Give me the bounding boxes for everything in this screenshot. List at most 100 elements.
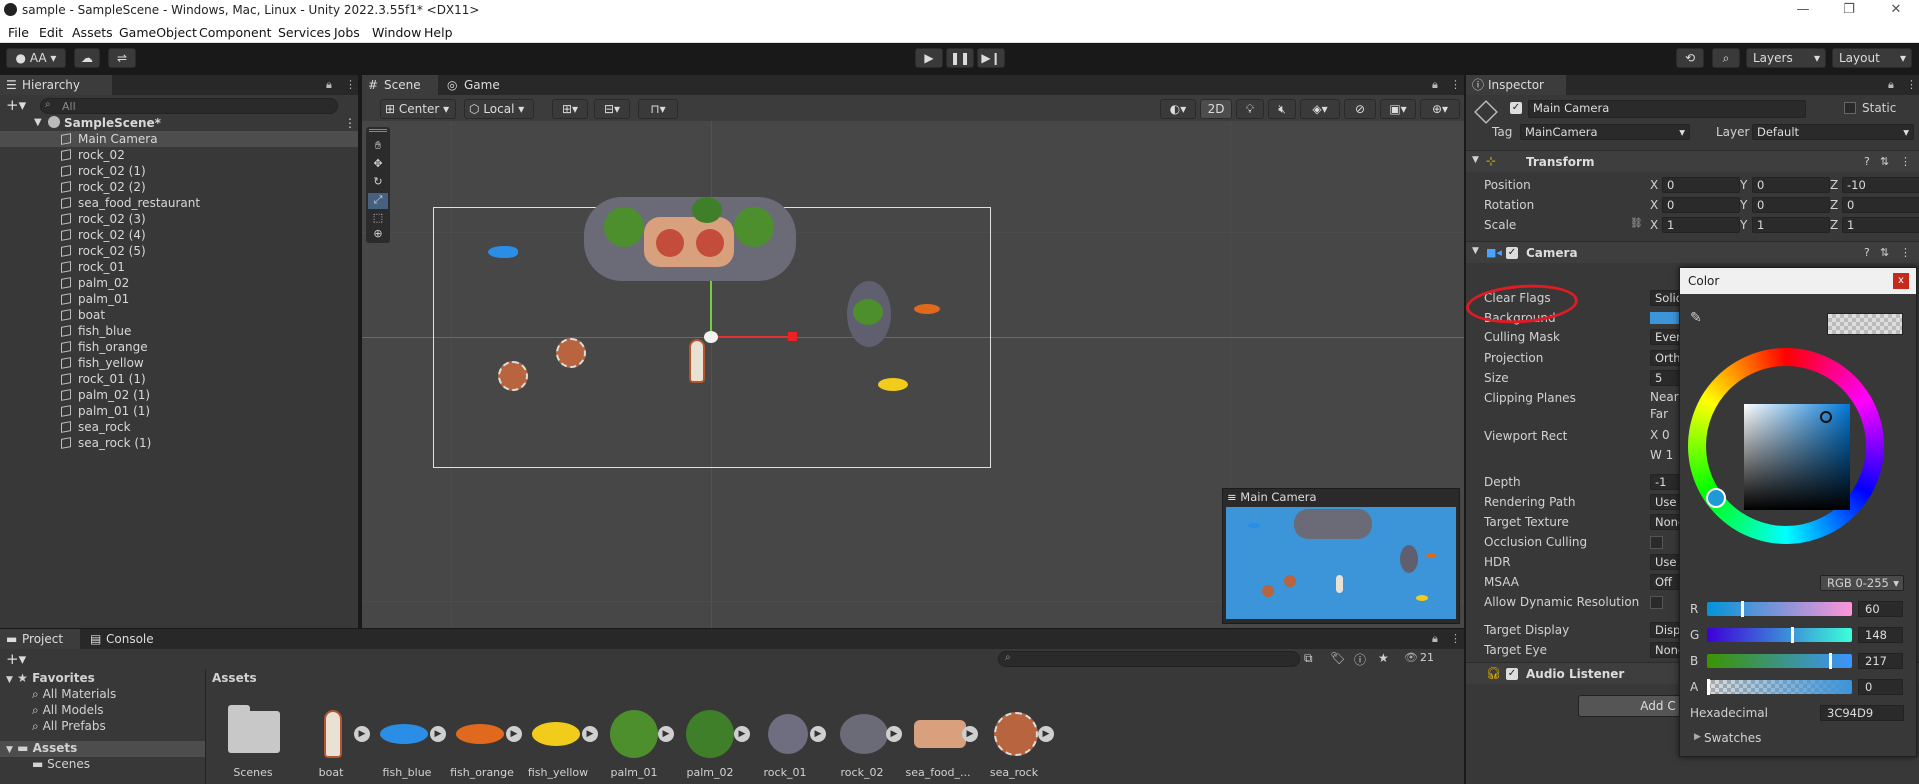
camera-icon[interactable]: ▣▾ — [1380, 99, 1416, 119]
fish-blue[interactable] — [488, 246, 518, 258]
tab-game[interactable]: ◎ Game — [442, 75, 512, 95]
asset-label[interactable]: fish_blue — [367, 766, 447, 779]
space-dropdown[interactable]: ⬡ Local ▾ — [464, 99, 534, 119]
shading-mode-icon[interactable]: ◐▾ — [1160, 99, 1196, 119]
audio-icon[interactable]: 🔇︎ — [1268, 99, 1296, 119]
expand-icon[interactable]: ▼ — [1472, 246, 1479, 256]
more-icon[interactable]: ⋮ — [1450, 632, 1461, 645]
tag-dropdown[interactable]: MainCamera ▾ — [1520, 124, 1690, 140]
add-button[interactable]: +▾ — [6, 96, 30, 114]
asset-thumb-palm-02[interactable] — [684, 706, 734, 762]
preset-icon[interactable]: ⇅ — [1880, 155, 1889, 168]
align-icon[interactable]: ⊓▾ — [638, 99, 678, 119]
hue-wheel[interactable] — [1688, 348, 1884, 544]
scale-z-field[interactable]: 1 — [1842, 217, 1919, 233]
transform-header[interactable]: ▼ ⊹ Transform ? ⇅ ⋮ — [1466, 150, 1919, 172]
menu-jobs[interactable]: Jobs — [334, 25, 360, 40]
2d-toggle[interactable]: 2D — [1200, 99, 1232, 119]
collab-icon[interactable]: ⇌ — [108, 48, 136, 68]
a-slider[interactable] — [1707, 679, 1852, 695]
axis-label-x[interactable]: X — [1650, 218, 1658, 232]
create-button[interactable]: +▾ — [6, 650, 30, 668]
sea-rock[interactable] — [498, 361, 528, 391]
camera-prop-checkbox[interactable] — [1650, 596, 1663, 609]
asset-thumb-rock-02[interactable] — [838, 706, 888, 762]
rotate-tool-icon[interactable]: ↻ — [368, 175, 388, 191]
link-icon[interactable]: ⛓︎ — [1630, 218, 1643, 229]
scale-tool-icon[interactable]: ⤢ — [368, 193, 388, 209]
position-z-field[interactable]: -10 — [1842, 177, 1919, 193]
menu-help[interactable]: Help — [424, 25, 453, 40]
hierarchy-item[interactable]: rock_02 (5) — [0, 243, 358, 259]
r-value-field[interactable]: 60 — [1858, 601, 1903, 617]
axis-label-y[interactable]: Y — [1740, 178, 1747, 192]
asset-thumb-boat[interactable] — [308, 706, 358, 762]
layout-dropdown[interactable]: Layout ▾ — [1832, 48, 1912, 68]
layers-dropdown[interactable]: Layers ▾ — [1746, 48, 1826, 68]
help-icon[interactable]: ? — [1864, 155, 1870, 168]
b-value-field[interactable]: 217 — [1858, 653, 1903, 669]
asset-label[interactable]: palm_02 — [670, 766, 750, 779]
r-slider[interactable] — [1707, 601, 1852, 617]
saturation-value-square[interactable] — [1744, 404, 1850, 510]
menu-services[interactable]: Services — [278, 25, 331, 40]
color-mode-dropdown[interactable]: RGB 0-255 ▾ — [1820, 575, 1904, 591]
favorite-item-prefabs[interactable]: ⌕ All Prefabs — [32, 719, 106, 734]
asset-label[interactable]: Scenes — [213, 766, 293, 779]
play-icon[interactable]: ▶ — [658, 726, 674, 742]
hidden-packages-icon[interactable]: 👁︎ — [1404, 651, 1418, 664]
more-icon[interactable]: ⋮ — [1450, 78, 1461, 91]
history-icon[interactable]: ⟲ — [1676, 48, 1704, 68]
lock-icon[interactable]: 🔒︎ — [1432, 78, 1438, 92]
play-icon[interactable]: ▶ — [810, 726, 826, 742]
position-y-field[interactable]: 0 — [1752, 177, 1830, 193]
more-icon[interactable]: ⋮ — [1900, 155, 1911, 168]
static-checkbox[interactable] — [1844, 102, 1856, 114]
hierarchy-item[interactable]: boat — [0, 307, 358, 323]
hierarchy-item[interactable]: sea_rock (1) — [0, 435, 358, 451]
increment-snap-icon[interactable]: ⊟▾ — [594, 99, 630, 119]
favorite-icon[interactable]: ★ — [1378, 651, 1389, 665]
hierarchy-item[interactable]: palm_01 — [0, 291, 358, 307]
lock-icon[interactable]: 🔒︎ — [1432, 632, 1438, 646]
more-icon[interactable]: ⋮ — [1900, 246, 1911, 259]
asset-thumb-fish-yellow[interactable] — [530, 706, 580, 762]
hierarchy-item[interactable]: palm_02 — [0, 275, 358, 291]
play-icon[interactable]: ▶ — [354, 726, 370, 742]
asset-label[interactable]: sea_food_... — [898, 766, 978, 779]
close-window-icon[interactable]: ✕ — [1881, 2, 1911, 17]
asset-label[interactable]: rock_01 — [745, 766, 825, 779]
grid-snap-icon[interactable]: ⊞▾ — [552, 99, 588, 119]
rotation-y-field[interactable]: 0 — [1752, 197, 1830, 213]
project-search-input[interactable]: ⌕ — [998, 651, 1300, 667]
hierarchy-item[interactable]: palm_01 (1) — [0, 403, 358, 419]
hierarchy-item[interactable]: rock_02 (1) — [0, 163, 358, 179]
x-axis-cap[interactable] — [788, 332, 797, 341]
menu-edit[interactable]: Edit — [39, 25, 63, 40]
lighting-icon[interactable]: 💡︎ — [1236, 99, 1264, 119]
camera-header[interactable]: ▼ ■◂ ✓ Camera ? ⇅ ⋮ — [1466, 241, 1919, 263]
expand-icon[interactable]: ▼ — [6, 745, 13, 755]
asset-thumb-fish-orange[interactable] — [454, 706, 504, 762]
more-icon[interactable]: ⋮ — [345, 78, 356, 91]
hierarchy-item[interactable]: fish_orange — [0, 339, 358, 355]
scene-row[interactable]: ▼ SampleScene* ⋮ — [0, 115, 358, 131]
maximize-icon[interactable]: ❐ — [1834, 2, 1864, 17]
hierarchy-item[interactable]: rock_01 (1) — [0, 371, 358, 387]
hierarchy-item[interactable]: fish_yellow — [0, 355, 358, 371]
asset-thumb-fish-blue[interactable] — [378, 706, 428, 762]
fish-yellow[interactable] — [878, 378, 908, 391]
rotation-x-field[interactable]: 0 — [1662, 197, 1740, 213]
play-icon[interactable]: ▶ — [582, 726, 598, 742]
pivot-dropdown[interactable]: ⊞ Center ▾ — [380, 99, 456, 119]
axis-label-z[interactable]: Z — [1830, 178, 1838, 192]
cloud-icon[interactable]: ☁ — [74, 48, 100, 68]
asset-label[interactable]: boat — [291, 766, 371, 779]
camera-prop-checkbox[interactable] — [1650, 536, 1663, 549]
active-checkbox[interactable]: ✓ — [1510, 102, 1522, 114]
preset-icon[interactable]: ⇅ — [1880, 246, 1889, 259]
play-icon[interactable]: ▶ — [506, 726, 522, 742]
a-value-field[interactable]: 0 — [1858, 679, 1903, 695]
play-icon[interactable]: ▶ — [886, 726, 902, 742]
gizmos-icon[interactable]: ⊕▾ — [1420, 99, 1460, 119]
